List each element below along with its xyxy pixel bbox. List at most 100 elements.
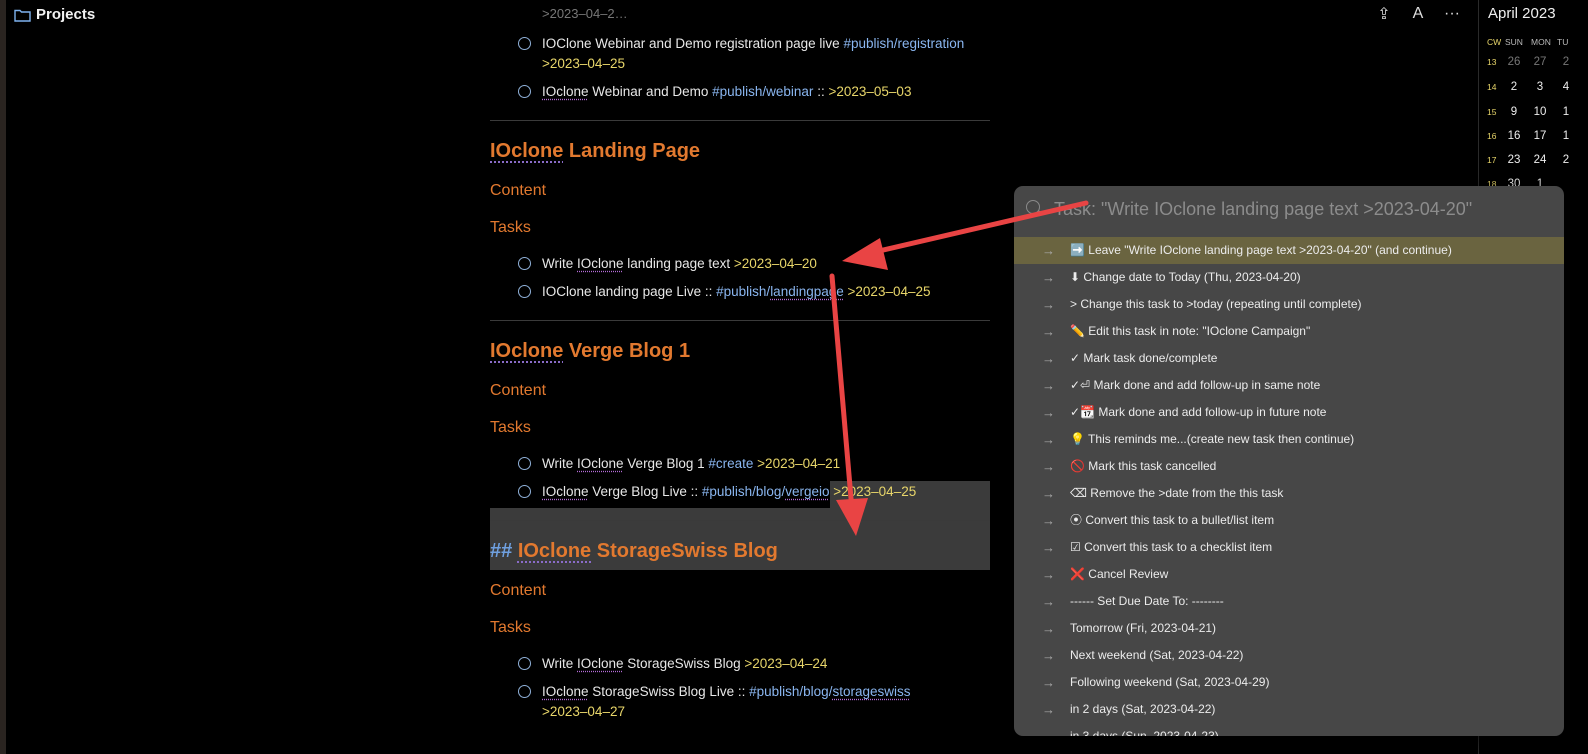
command-label: ❌ Cancel Review: [1070, 567, 1169, 581]
command-item[interactable]: → ✏️ Edit this task in note: "IOclone Cam…: [1014, 318, 1564, 345]
command-label: 🚫 Mark this task cancelled: [1070, 459, 1217, 473]
calendar-day[interactable]: 16: [1501, 130, 1527, 142]
task-checkbox[interactable]: [518, 657, 531, 670]
date[interactable]: >2023–04–21: [757, 456, 840, 471]
command-label: ⦿ Convert this task to a bullet/list ite…: [1070, 513, 1275, 527]
command-item[interactable]: → ✓ Mark task done/complete: [1014, 345, 1564, 372]
command-label: in 3 days (Sun, 2023-04-23): [1070, 729, 1219, 736]
calendar-day[interactable]: 27: [1527, 56, 1553, 68]
heading-tasks: Tasks: [490, 619, 531, 636]
date[interactable]: >2023–04–20: [734, 256, 817, 271]
calendar-day[interactable]: 4: [1553, 81, 1579, 93]
divider: [490, 120, 990, 121]
command-item[interactable]: → ⦿ Convert this task to a bullet/list it…: [1014, 507, 1564, 534]
calendar-week-row: 15 9 10 1: [1487, 106, 1579, 118]
command-label: ⬇ Change date to Today (Thu, 2023-04-20): [1070, 270, 1301, 284]
command-item[interactable]: → 🚫 Mark this task cancelled: [1014, 453, 1564, 480]
task-landing-live[interactable]: IOClone landing page Live :: #publish/la…: [518, 282, 988, 302]
date[interactable]: >2023–04–25: [542, 56, 625, 71]
more-icon[interactable]: ···: [1444, 5, 1460, 23]
calendar-day[interactable]: 1: [1553, 106, 1579, 118]
tag[interactable]: #publish/webinar: [712, 84, 813, 99]
heading-verge-blog: IOclone Verge Blog 1: [490, 340, 691, 362]
task-checkbox[interactable]: [518, 37, 531, 50]
calendar-day[interactable]: 2: [1553, 154, 1579, 166]
calendar-week-row: 16 16 17 1: [1487, 130, 1579, 142]
command-label: ------ Set Due Date To: --------: [1070, 594, 1224, 608]
arrow-right-icon: →: [1042, 513, 1055, 528]
task-checkbox[interactable]: [518, 85, 531, 98]
command-item[interactable]: → ➡️ Leave "Write IOclone landing page te…: [1014, 237, 1564, 264]
date[interactable]: >2023–04–25: [848, 284, 931, 299]
date[interactable]: >2023–04–27: [542, 704, 625, 719]
task-verge-live[interactable]: IOclone Verge Blog Live :: #publish/blog…: [518, 482, 988, 502]
tag[interactable]: #publish/blog/vergeio: [702, 484, 830, 499]
calendar-month-title: April 2023: [1488, 5, 1556, 22]
command-item[interactable]: → Following weekend (Sat, 2023-04-29): [1014, 669, 1564, 696]
command-label: ⌫ Remove the >date from the this task: [1070, 486, 1284, 500]
task-verge-write[interactable]: Write IOclone Verge Blog 1 #create >2023…: [518, 454, 988, 474]
command-item[interactable]: → ------ Set Due Date To: --------: [1014, 588, 1564, 615]
command-item[interactable]: → ⬇ Change date to Today (Thu, 2023-04-20…: [1014, 264, 1564, 291]
task-landing-text[interactable]: Write IOclone landing page text >2023–04…: [518, 254, 988, 274]
heading-content: Content: [490, 582, 547, 599]
command-item[interactable]: → ✓⏎ Mark done and add follow-up in same …: [1014, 372, 1564, 399]
calendar-day[interactable]: 23: [1501, 154, 1527, 166]
task-checkbox[interactable]: [518, 285, 531, 298]
task-checkbox[interactable]: [518, 485, 531, 498]
command-label: in 2 days (Sat, 2023-04-22): [1070, 702, 1216, 716]
command-item[interactable]: → Next weekend (Sat, 2023-04-22): [1014, 642, 1564, 669]
calendar-day[interactable]: 17: [1527, 130, 1553, 142]
command-item[interactable]: → > Change this task to >today (repeating…: [1014, 291, 1564, 318]
calendar-day[interactable]: 10: [1527, 106, 1553, 118]
task-checkbox[interactable]: [518, 257, 531, 270]
calendar-day[interactable]: 26: [1501, 56, 1527, 68]
arrow-right-icon: →: [1042, 243, 1055, 258]
note-editor[interactable]: >2023–04–2… IOClone Webinar and Demo reg…: [490, 0, 990, 754]
arrow-right-icon: →: [1042, 351, 1055, 366]
task-storageswiss-live[interactable]: IOclone StorageSwiss Blog Live :: #publi…: [518, 682, 988, 722]
date[interactable]: >2023–04–25: [833, 484, 916, 499]
heading-landing-page: IOclone Landing Page: [490, 140, 701, 162]
heading-content: Content: [490, 382, 547, 399]
calendar-day[interactable]: 3: [1527, 81, 1553, 93]
date[interactable]: >2023–04–24: [744, 656, 827, 671]
command-item[interactable]: → ⌫ Remove the >date from the this task: [1014, 480, 1564, 507]
command-label: Tomorrow (Fri, 2023-04-21): [1070, 621, 1217, 635]
task-checkbox[interactable]: [518, 685, 531, 698]
font-icon[interactable]: A: [1410, 5, 1426, 23]
command-label: ➡️ Leave "Write IOclone landing page tex…: [1070, 243, 1452, 257]
task-webinar-demo[interactable]: IOclone Webinar and Demo #publish/webina…: [518, 82, 988, 102]
task-webinar-registration[interactable]: IOClone Webinar and Demo registration pa…: [518, 34, 988, 74]
date[interactable]: >2023–05–03: [828, 84, 911, 99]
command-item[interactable]: → Tomorrow (Fri, 2023-04-21): [1014, 615, 1564, 642]
calendar-day[interactable]: 9: [1501, 106, 1527, 118]
command-item[interactable]: → in 2 days (Sat, 2023-04-22): [1014, 696, 1564, 723]
command-item[interactable]: → ❌ Cancel Review: [1014, 561, 1564, 588]
command-item[interactable]: → ☑ Convert this task to a checklist item: [1014, 534, 1564, 561]
arrow-right-icon: →: [1042, 594, 1055, 609]
calendar-day[interactable]: 24: [1527, 154, 1553, 166]
command-list: → ➡️ Leave "Write IOclone landing page te…: [1014, 237, 1564, 736]
task-storageswiss-write[interactable]: Write IOclone StorageSwiss Blog >2023–04…: [518, 654, 988, 674]
share-icon[interactable]: ⇪: [1376, 4, 1392, 24]
task-checkbox[interactable]: [518, 457, 531, 470]
command-item[interactable]: → in 3 days (Sun, 2023-04-23): [1014, 723, 1564, 736]
command-label: ✓⏎ Mark done and add follow-up in same n…: [1070, 378, 1321, 392]
divider: [490, 320, 990, 321]
cut-off-line: >2023–04–2…: [542, 6, 628, 21]
tag[interactable]: #publish/landingpage: [716, 284, 844, 299]
calendar-day[interactable]: 2: [1501, 81, 1527, 93]
command-search-input[interactable]: [1054, 195, 1554, 223]
calendar-day[interactable]: 2: [1553, 56, 1579, 68]
tag[interactable]: #create: [708, 456, 753, 471]
task-word: IOclone: [542, 84, 589, 99]
heading-tasks: Tasks: [490, 219, 531, 236]
calendar-day[interactable]: 1: [1553, 130, 1579, 142]
command-item[interactable]: → ✓📆 Mark done and add follow-up in futur…: [1014, 399, 1564, 426]
projects-folder[interactable]: Projects: [14, 6, 95, 23]
tag[interactable]: #publish/registration: [843, 36, 964, 51]
command-item[interactable]: → 💡 This reminds me...(create new task th…: [1014, 426, 1564, 453]
command-label: ☑ Convert this task to a checklist item: [1070, 540, 1273, 554]
tag[interactable]: #publish/blog/storageswiss: [749, 684, 910, 699]
